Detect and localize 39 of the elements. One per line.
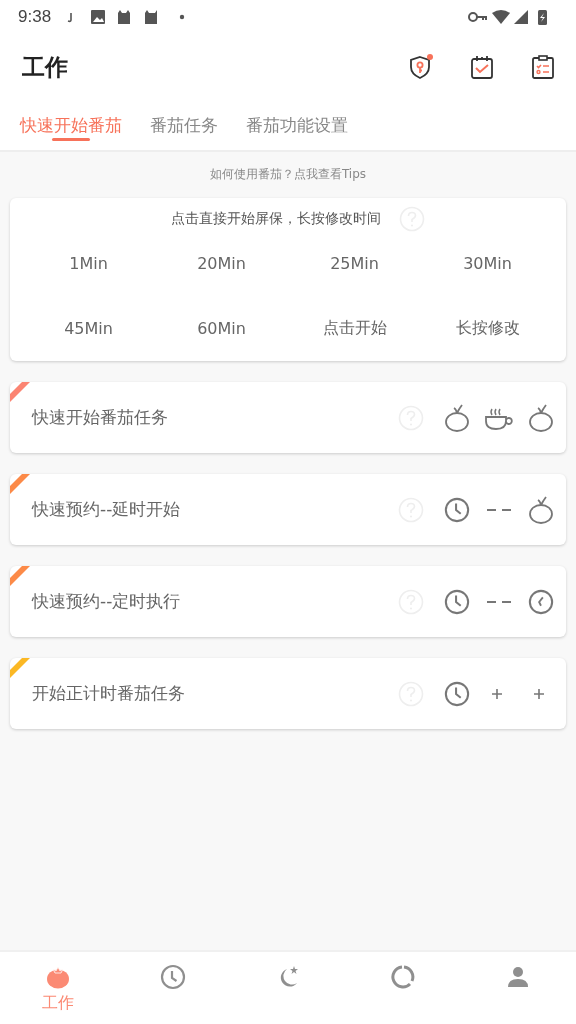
plus-icon [534,688,544,699]
status-time: 9:38 [18,7,52,27]
time-option[interactable]: 点击开始 [288,295,421,361]
mode-label: 开始正计时番茄任务 [31,682,186,705]
dashes-icon [486,599,512,604]
time-option[interactable]: 20Min [155,232,288,296]
shield-key-icon[interactable] [408,54,434,80]
ring-chart-icon [390,964,417,990]
tomato-icon [444,403,470,432]
clipboard-list-icon[interactable] [530,54,556,80]
mode-card[interactable]: 开始正计时番茄任务 [10,658,566,729]
calendar-check-icon[interactable] [469,54,495,80]
clock-icon [528,587,554,616]
tab[interactable]: 番茄功能设置 [246,100,348,150]
mode-card[interactable]: 快速开始番茄任务 [10,382,566,453]
clock-icon [444,587,470,616]
time-option[interactable]: 30Min [421,232,554,296]
time-option[interactable]: 25Min [288,232,421,296]
tab[interactable]: 番茄任务 [150,100,218,150]
mode-label: 快速预约--延时开始 [30,498,182,521]
clock-icon [444,495,470,524]
clock-icon [159,964,186,990]
mode-label: 快速开始番茄任务 [30,406,169,429]
tips-link[interactable]: 如何使用番茄？点我查看Tips [209,166,367,183]
clock-icon [444,679,470,708]
plus-icon [492,688,502,699]
tomato-icon [528,403,554,432]
mode-label: 快速预约--定时执行 [30,590,182,613]
tomato-icon [528,495,554,524]
time-option[interactable]: 60Min [155,295,288,361]
time-option[interactable]: 1Min [22,232,155,296]
page-title: 工作 [22,52,68,82]
mode-card[interactable]: 快速预约--延时开始 [10,474,566,545]
time-option[interactable]: 长按修改 [421,295,554,361]
dashes-icon [486,507,512,512]
time-option[interactable]: 45Min [22,295,155,361]
card-hint: 点击直接开始屏保，长按修改时间 [171,210,381,228]
tomato-icon [44,964,71,990]
mode-card[interactable]: 快速预约--定时执行 [10,566,566,637]
